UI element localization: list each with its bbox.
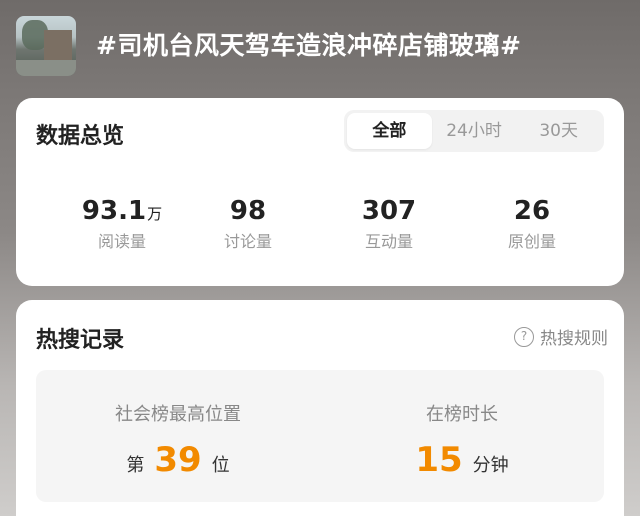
tab-24h[interactable]: 24小时 (432, 113, 517, 149)
stat-interactions-value: 307 (361, 196, 417, 226)
stat-originals-label: 原创量 (507, 232, 556, 251)
overview-stats: 93.1万 阅读量 98 讨论量 307 互动量 26 原创量 (16, 196, 624, 266)
stat-discussions-value: 98 (229, 196, 267, 226)
stat-interactions-label: 互动量 (364, 232, 413, 251)
data-overview-card: 数据总览 全部 24小时 30天 93.1万 阅读量 98 讨论量 307 互动… (16, 98, 624, 286)
thumbnail-road (16, 60, 76, 76)
highest-rank-value-row: 第 39 位 (36, 440, 320, 480)
highest-rank-label: 社会榜最高位置 (115, 404, 241, 425)
question-circle-icon: ? (514, 326, 534, 347)
stat-reads-label: 阅读量 (97, 232, 146, 251)
stat-reads-value: 93.1万 (81, 196, 163, 226)
rank-prefix: 第 (126, 455, 145, 476)
rank-suffix: 位 (211, 455, 230, 476)
stat-originals-value: 26 (513, 196, 551, 226)
stat-discussions-label: 讨论量 (223, 232, 272, 251)
hot-search-title: 热搜记录 (36, 328, 125, 353)
highest-rank: 社会榜最高位置 第 39 位 (36, 400, 320, 480)
duration-label: 在榜时长 (426, 404, 498, 425)
stat-interactions: 307 互动量 (319, 196, 459, 252)
duration-on-list: 在榜时长 15 分钟 (320, 400, 604, 480)
stat-originals: 26 原创量 (462, 196, 602, 252)
hot-search-rules-link[interactable]: ? 热搜规则 (514, 324, 608, 349)
duration-value: 15 (415, 440, 463, 480)
topic-thumbnail[interactable] (16, 16, 76, 76)
hot-search-card: 热搜记录 ? 热搜规则 社会榜最高位置 第 39 位 在榜时长 15 分钟 (16, 300, 624, 516)
overview-title: 数据总览 (36, 124, 125, 149)
stat-discussions: 98 讨论量 (178, 196, 318, 252)
hot-search-stats-box: 社会榜最高位置 第 39 位 在榜时长 15 分钟 (36, 370, 604, 502)
rank-value: 39 (154, 440, 202, 480)
rules-label: 热搜规则 (540, 329, 608, 349)
tab-30d[interactable]: 30天 (516, 113, 601, 149)
duration-suffix: 分钟 (472, 455, 509, 476)
time-range-tabs: 全部 24小时 30天 (344, 110, 604, 152)
duration-value-row: 15 分钟 (320, 440, 604, 480)
thumbnail-building (44, 30, 72, 60)
tab-all[interactable]: 全部 (347, 113, 432, 149)
topic-header: #司机台风天驾车造浪冲碎店铺玻璃# (0, 0, 640, 96)
stat-reads: 93.1万 阅读量 (52, 196, 192, 252)
topic-title: #司机台风天驾车造浪冲碎店铺玻璃# (96, 31, 522, 60)
